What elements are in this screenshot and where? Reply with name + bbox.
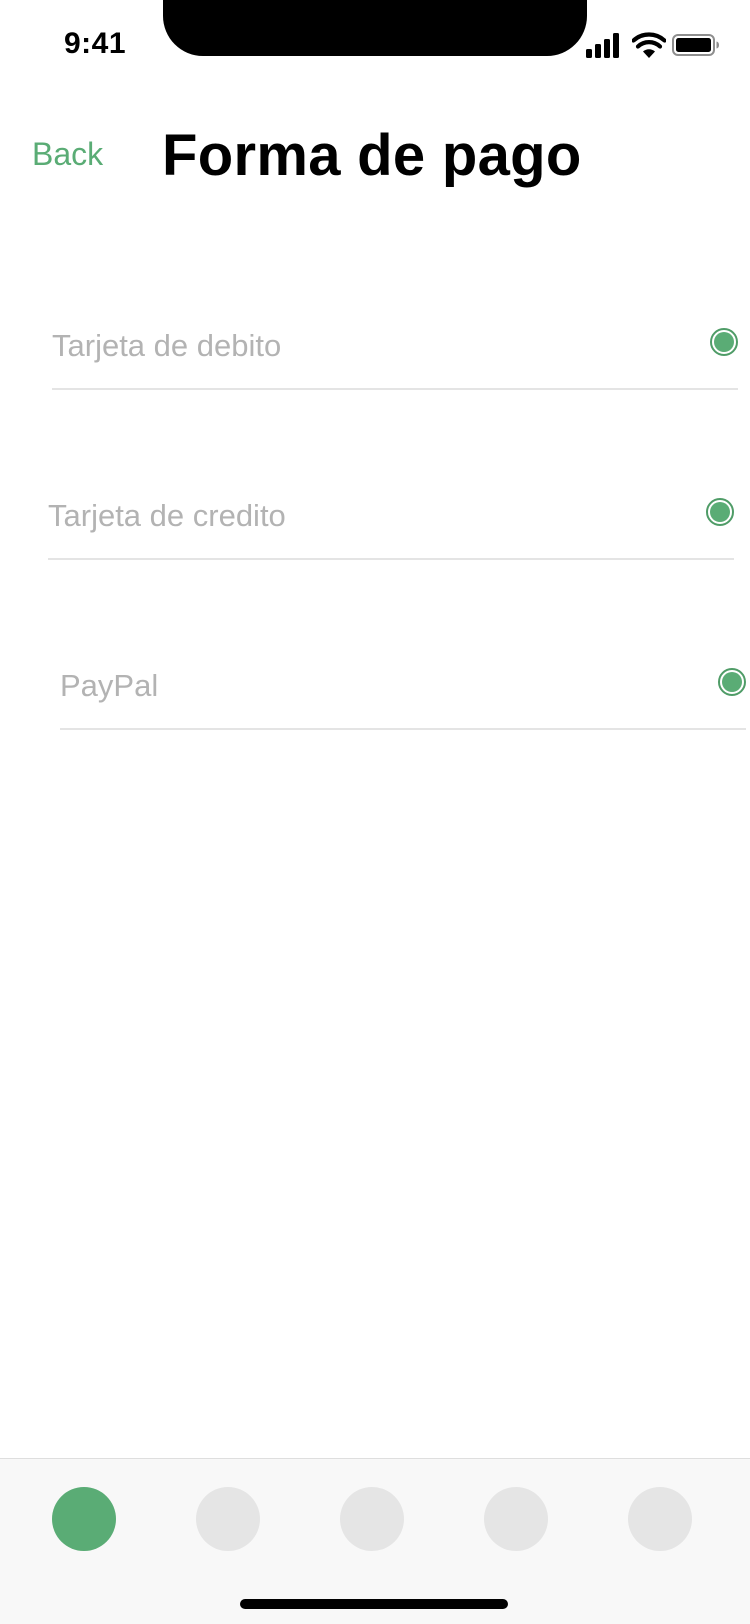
bottom-bar — [0, 1458, 750, 1624]
device-notch — [163, 0, 587, 56]
payment-option-credit-card[interactable]: Tarjeta de credito — [48, 480, 734, 560]
divider — [48, 558, 734, 560]
payment-option-label: PayPal — [60, 668, 159, 703]
divider — [52, 388, 738, 390]
radio-button[interactable] — [718, 668, 746, 696]
payment-option-label: Tarjeta de debito — [52, 328, 282, 363]
home-indicator[interactable] — [240, 1599, 508, 1609]
wifi-icon — [632, 32, 666, 58]
page-dot-3[interactable] — [340, 1487, 404, 1551]
payment-option-label: Tarjeta de credito — [48, 498, 286, 533]
cellular-signal-icon — [586, 32, 622, 58]
status-icons — [586, 32, 726, 60]
radio-button[interactable] — [710, 328, 738, 356]
page-dot-4[interactable] — [484, 1487, 548, 1551]
page-dot-2[interactable] — [196, 1487, 260, 1551]
status-time: 9:41 — [64, 27, 127, 60]
page-dot-5[interactable] — [628, 1487, 692, 1551]
page-title: Forma de pago — [162, 123, 582, 188]
divider — [60, 728, 746, 730]
payment-option-debit-card[interactable]: Tarjeta de debito — [52, 310, 738, 390]
payment-option-paypal[interactable]: PayPal — [60, 650, 746, 730]
back-button[interactable]: Back — [32, 136, 103, 173]
radio-button[interactable] — [706, 498, 734, 526]
battery-icon — [672, 34, 719, 56]
page-dot-1[interactable] — [52, 1487, 116, 1551]
